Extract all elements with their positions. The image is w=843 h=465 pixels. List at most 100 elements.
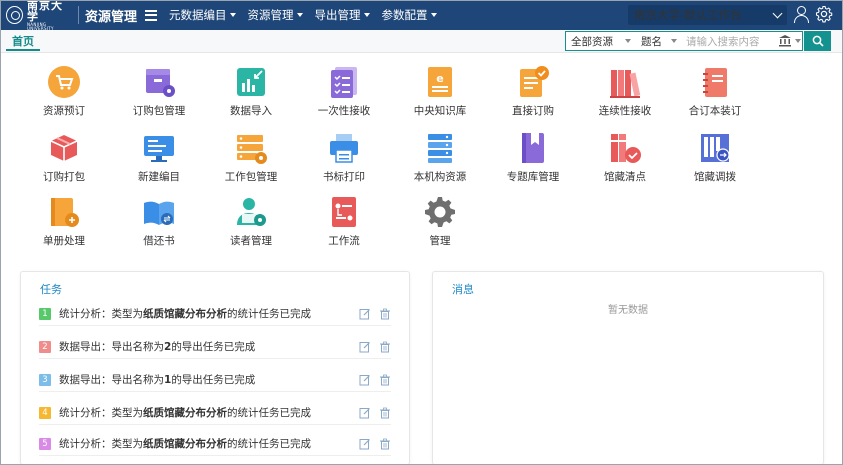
app-thematic-database[interactable]: 专题库管理 <box>488 131 578 184</box>
search-bar: 全部资源 题名 请输入搜索内容 <box>565 31 803 51</box>
edit-icon[interactable] <box>359 341 371 353</box>
trash-icon[interactable] <box>379 407 391 419</box>
tasks-panel-title: 任务 <box>40 283 62 296</box>
task-text: 数据导出：导出名称为2的导出任务已完成 <box>59 339 351 354</box>
trash-icon[interactable] <box>379 374 391 386</box>
task-text-post: 的导出任务已完成 <box>171 374 256 386</box>
app-reader-management[interactable]: 读者管理 <box>206 195 296 248</box>
task-text: 数据导出：导出名称为1的导出任务已完成 <box>59 372 351 387</box>
app-one-time-receipt[interactable]: 一次性接收 <box>299 65 389 118</box>
app-package-management[interactable]: 订购包管理 <box>114 65 204 118</box>
system-title: 资源管理 <box>85 9 138 25</box>
app-inventory-transfer[interactable]: 馆藏调拨 <box>670 131 760 184</box>
task-text-post: 的统计任务已完成 <box>227 407 311 419</box>
nav-parameter-config[interactable]: 参数配置 <box>382 7 437 23</box>
gear-icon <box>425 197 455 227</box>
nav-resource-management[interactable]: 资源管理 <box>248 7 303 23</box>
edit-icon[interactable] <box>359 438 371 450</box>
app-order-packing[interactable]: 订购打包 <box>19 131 109 184</box>
app-label: 中央知识库 <box>413 105 467 117</box>
user-icon[interactable] <box>793 5 809 23</box>
nav-export-management[interactable]: 导出管理 <box>315 7 370 23</box>
app-label: 单册处理 <box>43 235 85 247</box>
settings-gear-icon[interactable] <box>815 5 833 23</box>
workbench-label: 南京大学-默认工作台 <box>634 8 742 22</box>
books-icon <box>610 70 641 98</box>
caret-down-icon <box>430 13 437 17</box>
library-icon <box>779 35 791 47</box>
task-row[interactable]: 2 数据导出：导出名称为2的导出任务已完成 <box>39 335 391 359</box>
task-text-post: 的统计任务已完成 <box>227 438 311 450</box>
logo-text: 南京大学 NANJING UNIVERSITY <box>27 0 72 31</box>
app-label: 工作包管理 <box>224 171 278 183</box>
search-scope-label: 全部资源 <box>571 35 613 48</box>
app-workflow[interactable]: 工作流 <box>299 195 389 248</box>
caret-down-icon <box>296 13 303 17</box>
app-inventory-check[interactable]: 馆藏清点 <box>580 131 670 184</box>
workbench-select[interactable]: 南京大学-默认工作台 <box>628 5 787 25</box>
chevron-down-icon <box>772 8 783 18</box>
task-row[interactable]: 4 统计分析：类型为纸质馆藏分布分析的统计任务已完成 <box>39 401 391 425</box>
single-book-icon <box>51 198 79 227</box>
app-binding[interactable]: 合订本装订 <box>670 65 760 118</box>
app-label: 馆藏清点 <box>604 171 646 183</box>
trash-icon[interactable] <box>379 438 391 450</box>
app-label: 合订本装订 <box>688 105 742 117</box>
app-direct-order[interactable]: 直接订购 <box>488 65 578 118</box>
row-actions <box>351 438 391 450</box>
task-row[interactable]: 3 数据导出：导出名称为1的导出任务已完成 <box>39 368 391 392</box>
search-input[interactable]: 请输入搜索内容 <box>682 32 778 50</box>
caret-down-icon <box>363 13 370 17</box>
app-institution-resources[interactable]: 本机构资源 <box>395 131 485 184</box>
app-label: 订购打包 <box>43 171 85 183</box>
app-management[interactable]: 管理 <box>395 195 485 248</box>
task-number-badge: 1 <box>39 307 51 320</box>
app-data-import[interactable]: 数据导入 <box>206 65 296 118</box>
tab-home[interactable]: 首页 <box>6 32 40 51</box>
library-select[interactable] <box>778 35 802 47</box>
nav-metadata-cataloging[interactable]: 元数据编目 <box>169 7 236 23</box>
app-label-printing[interactable]: 书标打印 <box>299 131 389 184</box>
task-number-badge: 3 <box>39 373 51 386</box>
edit-icon[interactable] <box>359 407 371 419</box>
caret-down-icon <box>795 39 801 43</box>
edit-icon[interactable] <box>359 308 371 320</box>
app-item-processing[interactable]: 单册处理 <box>19 195 109 248</box>
task-number-badge: 5 <box>39 437 51 450</box>
app-label: 连续性接收 <box>598 105 652 117</box>
task-text-bold: 纸质馆藏分布分析 <box>143 438 227 450</box>
svg-text:e: e <box>436 72 443 85</box>
shelf-transfer-icon <box>701 134 730 162</box>
search-icon <box>812 35 824 47</box>
app-label: 数据导入 <box>230 105 272 117</box>
logo-cn: 南京大学 <box>27 0 63 23</box>
task-row[interactable]: 1 统计分析：类型为纸质馆藏分布分析的统计任务已完成 <box>39 302 391 326</box>
row-actions <box>351 374 391 386</box>
trash-icon[interactable] <box>379 341 391 353</box>
app-central-knowledge-base[interactable]: e 中央知识库 <box>395 65 485 118</box>
app-new-cataloging[interactable]: 新建编目 <box>114 131 204 184</box>
reader-icon <box>237 198 266 226</box>
search-placeholder: 请输入搜索内容 <box>686 35 760 48</box>
row-actions <box>351 407 391 419</box>
app-circulation[interactable]: 借还书 <box>114 195 204 248</box>
task-row[interactable]: 5 统计分析：类型为纸质馆藏分布分析的统计任务已完成 <box>39 432 391 456</box>
top-icons <box>793 5 833 23</box>
task-text: 统计分析：类型为纸质馆藏分布分析的统计任务已完成 <box>59 405 351 420</box>
trash-icon[interactable] <box>379 308 391 320</box>
search-scope-select[interactable]: 全部资源 <box>566 32 636 50</box>
doc-check-icon <box>520 66 549 97</box>
chart-import-icon <box>237 68 265 96</box>
search-field-select[interactable]: 题名 <box>636 32 682 50</box>
app-serial-receipt[interactable]: 连续性接收 <box>580 65 670 118</box>
task-text: 统计分析：类型为纸质馆藏分布分析的统计任务已完成 <box>59 436 351 451</box>
app-label: 一次性接收 <box>317 105 371 117</box>
app-work-package-management[interactable]: 工作包管理 <box>206 131 296 184</box>
task-text-pre: 数据导出：导出名称为 <box>59 374 164 386</box>
task-text-pre: 统计分析：类型为 <box>59 308 143 320</box>
app-resource-reservation[interactable]: 资源预订 <box>19 65 109 118</box>
search-button[interactable] <box>804 31 831 51</box>
edit-icon[interactable] <box>359 374 371 386</box>
menu-icon[interactable] <box>145 9 158 21</box>
university-logo[interactable]: 南京大学 NANJING UNIVERSITY <box>0 0 72 30</box>
